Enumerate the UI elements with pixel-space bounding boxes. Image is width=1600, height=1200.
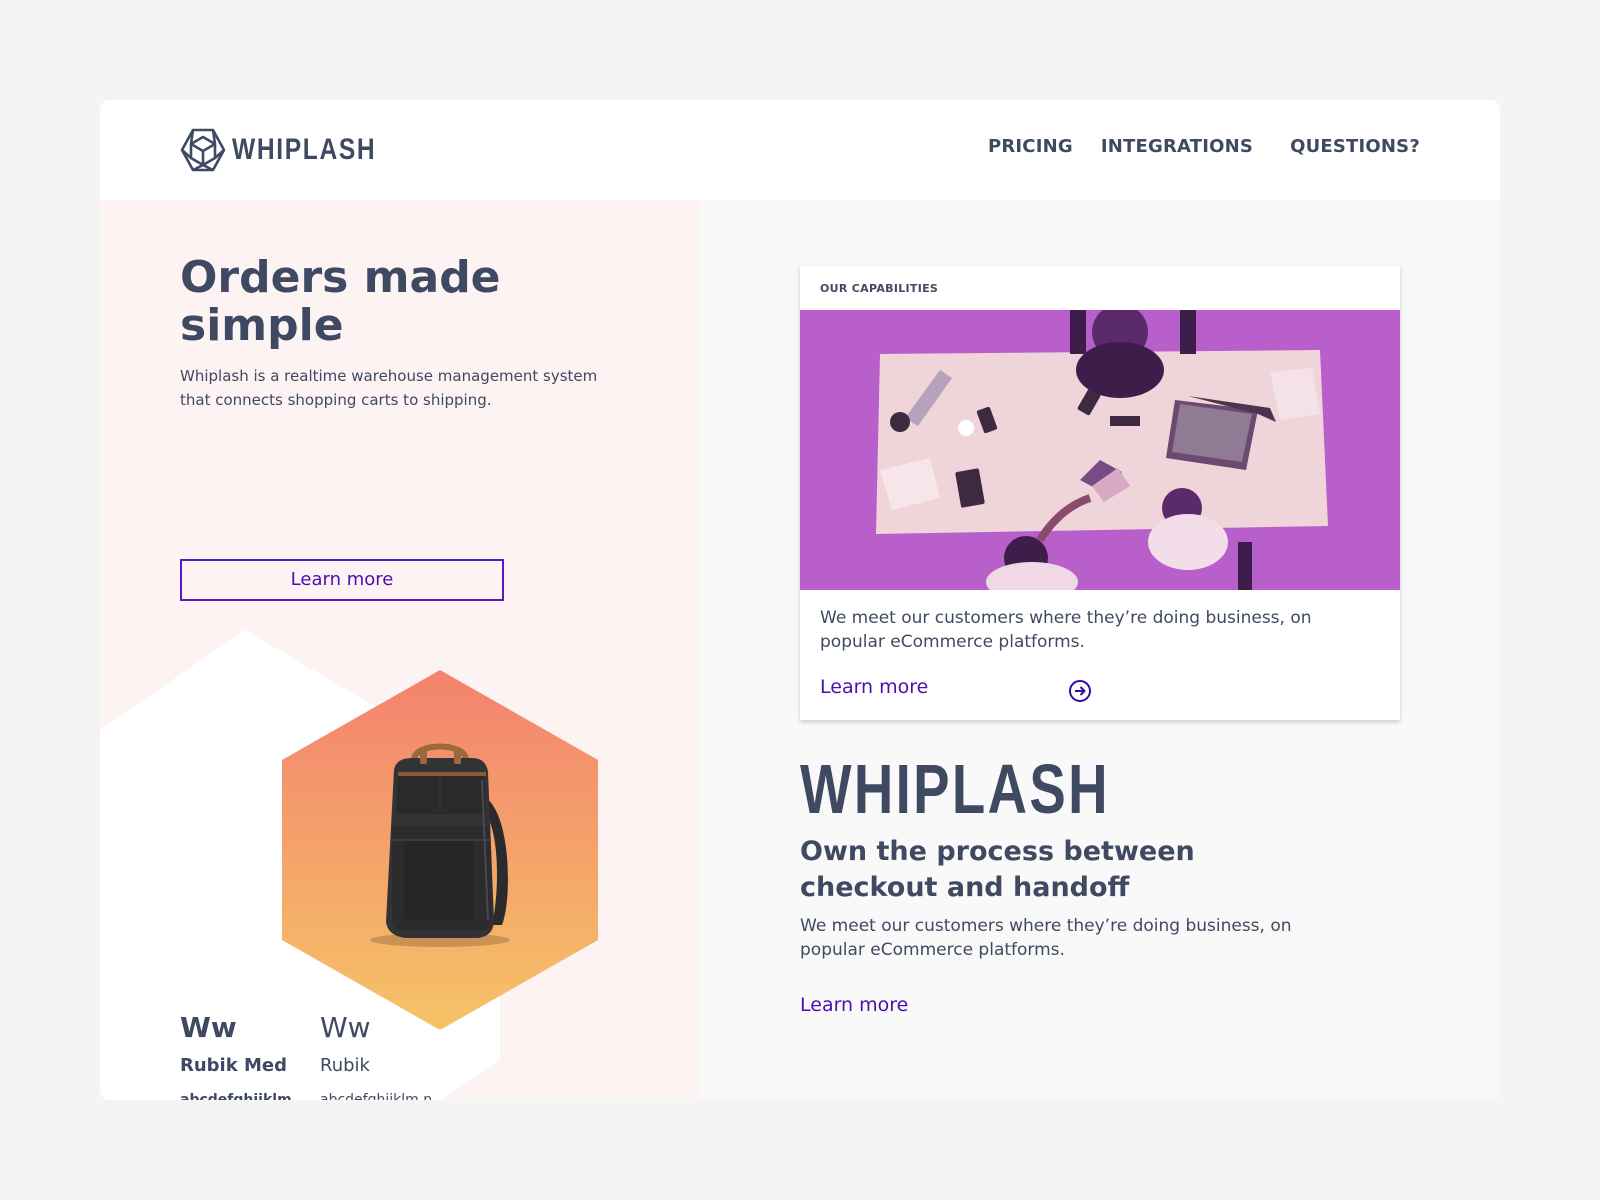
brand-headline: Own the process between checkout and han… — [800, 836, 1195, 903]
hero-panel: Orders made simple Whiplash is a realtim… — [100, 200, 700, 1100]
font-sample-glyphs: Ww — [320, 1011, 371, 1044]
hero-subtitle: Whiplash is a realtime warehouse managem… — [180, 367, 598, 409]
nav-integrations[interactable]: INTEGRATIONS — [1101, 136, 1253, 157]
font-sample-glyphs: Ww — [180, 1011, 237, 1044]
nav-questions[interactable]: QUESTIONS? — [1290, 136, 1420, 157]
content-panel: OUR CAPABILITIES We meet our customers w… — [700, 200, 1500, 1100]
font-name: Rubik Med — [180, 1055, 287, 1076]
card-label: OUR CAPABILITIES — [820, 282, 939, 295]
logo[interactable]: WHIPLASH — [180, 128, 408, 172]
main-nav: PRICING INTEGRATIONS QUESTIONS? — [988, 136, 1420, 157]
font-sample-regular: Ww Rubik abcdefghijklm nopqrs — [320, 1011, 438, 1101]
circle-arrow-right-icon[interactable] — [1068, 679, 1092, 703]
team-photo-image — [800, 310, 1400, 590]
page-frame: WHIPLASH PRICING INTEGRATIONS QUESTIONS?… — [100, 100, 1500, 1100]
nav-pricing[interactable]: PRICING — [988, 136, 1073, 157]
backpack-image — [370, 743, 510, 947]
font-sample-medium: Ww Rubik Med abcdefghijklm nopqrs — [180, 1011, 298, 1101]
font-alphabet: abcdefghijklm nopqrs — [320, 1092, 433, 1100]
font-alphabet: abcdefghijklm nopqrs — [180, 1092, 292, 1100]
header: WHIPLASH PRICING INTEGRATIONS QUESTIONS? — [100, 100, 1500, 200]
brand-learn-more-link[interactable]: Learn more — [800, 994, 908, 1016]
brand-wordmark: WHIPLASH — [800, 750, 1110, 828]
brand-description: We meet our customers where they’re doin… — [800, 916, 1292, 960]
card-description: We meet our customers where they’re doin… — [820, 608, 1312, 652]
brand-name: WHIPLASH — [232, 133, 377, 166]
hero-title: Orders made simple — [180, 252, 501, 351]
hexagon-cube-icon — [180, 128, 226, 172]
capabilities-card: OUR CAPABILITIES We meet our customers w… — [800, 266, 1400, 720]
card-learn-more-link[interactable]: Learn more — [820, 676, 928, 698]
font-name: Rubik — [320, 1055, 370, 1076]
hero-learn-more-button[interactable]: Learn more — [180, 559, 504, 601]
